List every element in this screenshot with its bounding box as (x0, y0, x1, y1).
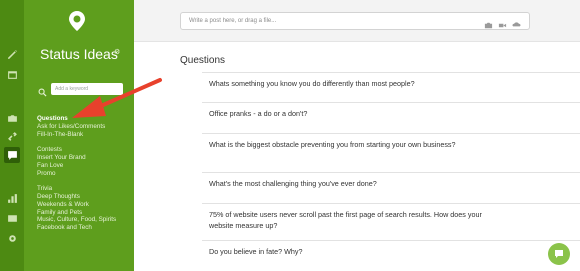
chat-bubble-icon (555, 250, 563, 258)
category-item-questions[interactable]: Questions (37, 115, 132, 123)
page-title: Questions (180, 55, 226, 66)
post-placeholder: Write a post here, or drag a file... (189, 18, 277, 24)
upload-icon[interactable] (512, 17, 521, 27)
category-item-insert-your-brand[interactable]: Insert Your Brand (37, 154, 132, 162)
question-text: What's the most challenging thing you've… (209, 179, 377, 188)
panel-title: Status Ideas (40, 46, 118, 62)
list-item[interactable]: Do you believe in fate? Why? (202, 240, 580, 270)
calendar-icon[interactable] (4, 66, 20, 82)
composer-bar: Write a post here, or drag a file... (134, 0, 580, 42)
list-item[interactable]: What's the most challenging thing you've… (202, 172, 580, 203)
video-icon[interactable] (498, 17, 507, 28)
post-composer-input[interactable]: Write a post here, or drag a file... (180, 12, 530, 30)
category-item-weekends-work[interactable]: Weekends & Work (37, 201, 132, 209)
question-text: Do you believe in fate? Why? (209, 247, 303, 256)
chat-icon[interactable] (4, 147, 20, 163)
gear-icon[interactable] (4, 230, 20, 246)
list-item[interactable]: Whats something you know you do differen… (202, 72, 580, 102)
category-spacer (37, 177, 132, 185)
category-panel: Status Ideas ⚙ Add a keyword Questions A… (24, 0, 134, 271)
category-item-contests[interactable]: Contests (37, 146, 132, 154)
bar-chart-icon[interactable] (4, 190, 20, 206)
category-item-fill-in-the-blank[interactable]: Fill-In-The-Blank (37, 131, 132, 139)
category-item-fan-love[interactable]: Fan Love (37, 162, 132, 170)
composer-actions (484, 17, 521, 29)
category-item-trivia[interactable]: Trivia (37, 185, 132, 193)
chat-bubble-button[interactable] (548, 243, 570, 265)
question-text: What is the biggest obstacle preventing … (209, 140, 456, 149)
link-icon[interactable] (4, 128, 20, 144)
question-list: Whats something you know you do differen… (180, 72, 580, 270)
category-item-facebook-tech[interactable]: Facebook and Tech (37, 224, 132, 232)
icon-rail (0, 0, 24, 271)
category-item-family-pets[interactable]: Family and Pets (37, 209, 132, 217)
list-item[interactable]: What is the biggest obstacle preventing … (202, 133, 580, 172)
settings-gear-icon[interactable]: ⚙ (114, 48, 120, 56)
list-item[interactable]: Office pranks - a do or a don't? (202, 102, 580, 133)
keyword-input[interactable]: Add a keyword (51, 83, 123, 95)
category-item-deep-thoughts[interactable]: Deep Thoughts (37, 193, 132, 201)
category-list: Questions Ask for Likes/Comments Fill-In… (37, 115, 132, 232)
category-item-ask-for-likes[interactable]: Ask for Likes/Comments (37, 123, 132, 131)
category-spacer (37, 138, 132, 146)
question-text: Office pranks - a do or a don't? (209, 109, 308, 118)
location-logo-icon (65, 9, 89, 33)
list-item[interactable]: 75% of website users never scroll past t… (202, 203, 580, 240)
search-icon (38, 84, 47, 97)
category-item-promo[interactable]: Promo (37, 170, 132, 178)
camera-icon[interactable] (484, 17, 493, 29)
camera-icon[interactable] (4, 110, 20, 126)
question-text: Whats something you know you do differen… (209, 79, 415, 88)
category-item-music-culture[interactable]: Music, Culture, Food, Spirits (37, 216, 132, 224)
image-icon[interactable] (4, 210, 20, 226)
question-text: 75% of website users never scroll past t… (209, 210, 482, 230)
pencil-icon[interactable] (4, 46, 20, 62)
